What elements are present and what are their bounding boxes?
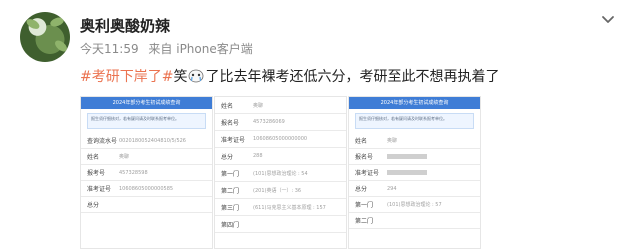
post-text: #考研下岸了#笑 了比去年裸考还低六分，考研至此不想再执着了 [80,66,499,86]
redacted-value [387,153,427,159]
table-row: 姓名 奥聊 [215,97,346,114]
table-row: 姓名 奥聊 [349,133,480,149]
table-row: 准考证号 10608605000000585 [81,181,212,197]
table-row: 准考证号 10608605000000000 [215,131,346,148]
post-meta: 今天11:59 来自 iPhone客户端 [80,40,259,57]
post-time: 今天11:59 [80,42,139,56]
avatar[interactable] [20,12,70,62]
table-row: 总分 288 [215,148,346,165]
image-notice: 报生须仔细核对，若有疑问请及时联系报考单位。 [87,113,206,129]
post-image-1[interactable]: 2024年部分考生初试成绩查询 报生须仔细核对，若有疑问请及时联系报考单位。 查… [80,96,213,249]
table-row: 准考证号 [349,165,480,181]
chevron-down-icon[interactable] [600,12,616,28]
post-image-2[interactable]: 姓名 奥聊 报名号 4573286069 准考证号 10608605000000000… [214,96,347,249]
table-row: 报名号 4573286069 [215,114,346,131]
crying-emoji-icon [189,69,204,83]
username[interactable]: 奥利奥酸奶辣 [80,15,170,36]
table-row: 查询流水号 0020180052404810/5/526 [81,133,212,149]
table-row: 第二门 (201)英语（一）: 36 [215,182,346,199]
post-image-3[interactable]: 2024年部分考生初试成绩查询 报生须仔细核对，若有疑问请及时联系报考单位。 姓… [348,96,481,249]
redacted-value [387,169,427,175]
table-row: 总分 [81,197,212,213]
table-row: 第一门 (101)思想政治理论 : 54 [215,165,346,182]
post-text-b: 了比去年裸考还低六分，考研至此不想再执着了 [205,69,500,85]
table-row: 姓名 奥聊 [81,149,212,165]
table-row: 第二门 [349,213,480,229]
table-row: 报考号 457328598 [81,165,212,181]
table-row: 第四门 [215,216,346,233]
table-row: 报名号 [349,149,480,165]
hashtag-link[interactable]: #考研下岸了# [80,69,173,85]
table-row: 总分 294 [349,181,480,197]
post-source: 来自 iPhone客户端 [148,42,253,56]
image-title: 2024年部分考生初试成绩查询 [349,97,480,109]
table-row: 第一门 (101)思想政治理论 : 57 [349,197,480,213]
image-notice: 报生须仔细核对，若有疑问请及时联系报考单位。 [355,113,474,129]
post-text-a: 笑 [173,69,188,85]
image-title: 2024年部分考生初试成绩查询 [81,97,212,109]
table-row: 第三门 (611)马克思主义基本原理 : 157 [215,199,346,216]
